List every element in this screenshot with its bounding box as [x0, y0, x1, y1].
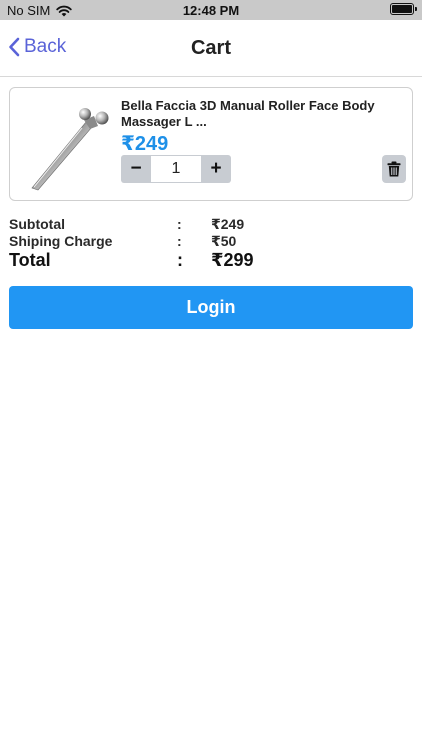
- total-label: Total: [9, 250, 51, 270]
- quantity-stepper: − 1 +: [121, 155, 231, 183]
- subtotal-label: Subtotal: [9, 216, 65, 232]
- trash-icon: [387, 161, 401, 177]
- cart-item: Bella Faccia 3D Manual Roller Face Body …: [9, 87, 413, 201]
- battery-icon: [390, 3, 417, 15]
- page-title: Cart: [190, 37, 231, 59]
- increment-button[interactable]: +: [201, 155, 231, 183]
- total-value: ₹299: [211, 250, 254, 270]
- battery-fill: [392, 5, 412, 13]
- shipping-separator: :: [177, 233, 182, 249]
- shipping-label: Shiping Charge: [9, 233, 113, 249]
- product-name[interactable]: Bella Faccia 3D Manual Roller Face Body …: [121, 98, 401, 130]
- status-time: 12:48 PM: [182, 3, 240, 18]
- subtotal-separator: :: [177, 216, 182, 232]
- decrement-button[interactable]: −: [121, 155, 151, 183]
- subtotal-value: ₹249: [211, 216, 245, 232]
- shipping-row: Shiping Charge : ₹50: [9, 233, 413, 250]
- shipping-value: ₹50: [211, 233, 237, 249]
- subtotal-row: Subtotal : ₹249: [9, 216, 413, 233]
- quantity-value[interactable]: 1: [151, 155, 201, 183]
- login-button[interactable]: Login: [9, 286, 413, 329]
- delete-button[interactable]: [382, 155, 406, 183]
- total-separator: :: [177, 250, 183, 270]
- navigation-bar: Back Cart: [0, 20, 422, 77]
- status-right: [390, 3, 417, 15]
- product-image: [31, 108, 109, 191]
- product-price: ₹249: [121, 133, 169, 155]
- order-summary: Subtotal : ₹249 Shiping Charge : ₹50 Tot…: [9, 216, 413, 274]
- total-row: Total : ₹299: [9, 250, 413, 274]
- status-bar: No SIM 12:48 PM: [0, 0, 422, 20]
